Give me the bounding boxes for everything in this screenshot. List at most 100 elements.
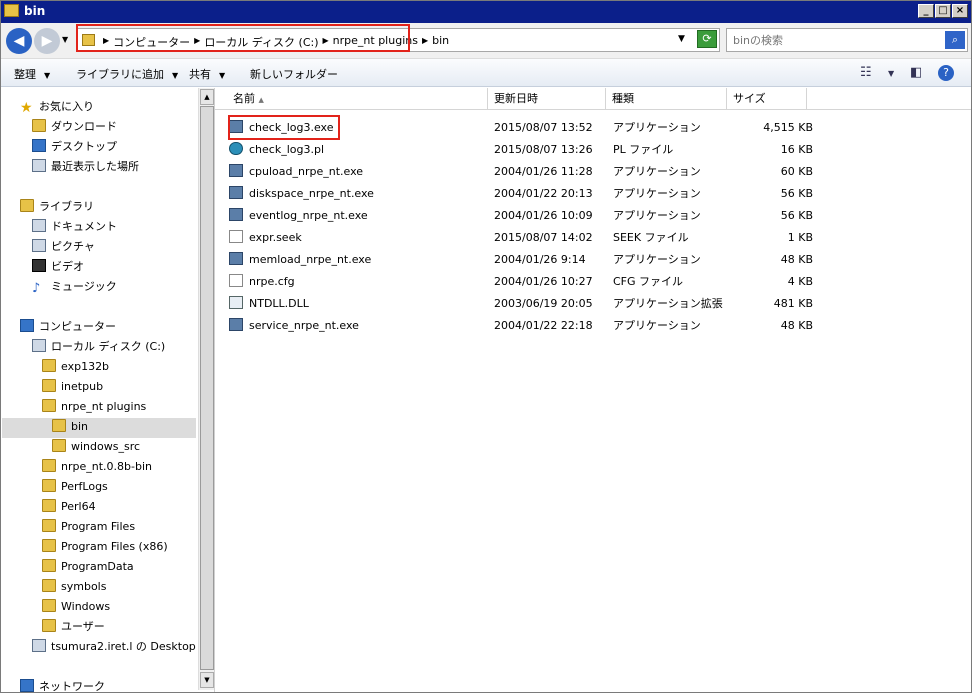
scroll-thumb[interactable]: [200, 106, 214, 670]
nav-music[interactable]: ♪ ミュージック: [32, 277, 117, 297]
selected-nav-highlight: [2, 418, 196, 438]
nav-folder[interactable]: nrpe_nt plugins: [42, 397, 146, 417]
folder-icon: [52, 419, 66, 432]
folder-icon: [42, 619, 56, 632]
nav-recent[interactable]: 最近表示した場所: [32, 157, 139, 177]
help-icon[interactable]: ?: [938, 65, 954, 81]
app-icon: [229, 208, 243, 221]
column-type[interactable]: 種類: [606, 88, 727, 110]
nav-computer[interactable]: コンピューター: [20, 317, 116, 337]
network-drive-icon: [32, 639, 46, 652]
breadcrumb-computer[interactable]: コンピューター: [113, 34, 190, 50]
nav-folder[interactable]: PerfLogs: [42, 477, 108, 497]
nav-folder[interactable]: ユーザー: [42, 617, 105, 637]
view-options-icon[interactable]: ☷: [860, 65, 872, 80]
address-bar-area: ◀ ▶ ▼ ▶ コンピューター ▶ ローカル ディスク (C:) ▶ nrpe_…: [0, 23, 972, 59]
desktop-icon: [32, 139, 46, 152]
address-dropdown-icon[interactable]: ▼: [678, 34, 685, 44]
add-to-library-button[interactable]: ライブラリに追加 ▼: [76, 66, 178, 82]
column-size[interactable]: サイズ: [727, 88, 807, 110]
folder-icon: [42, 539, 56, 552]
nav-pictures[interactable]: ピクチャ: [32, 237, 95, 257]
app-icon: [229, 120, 243, 133]
refresh-button[interactable]: ⟳: [697, 30, 717, 48]
nav-folder[interactable]: Perl64: [42, 497, 96, 517]
column-date[interactable]: 更新日時: [488, 88, 606, 110]
organize-button[interactable]: 整理 ▼: [14, 66, 50, 82]
search-box[interactable]: ⌕: [726, 28, 968, 52]
file-icon: [229, 274, 243, 287]
chevron-down-icon: ▼: [172, 71, 179, 80]
folder-icon: [4, 4, 19, 17]
app-icon: [229, 186, 243, 199]
back-button[interactable]: ◀: [6, 28, 32, 54]
close-button[interactable]: ×: [952, 4, 968, 18]
preview-pane-icon[interactable]: ◧: [910, 65, 922, 80]
dll-icon: [229, 296, 243, 309]
search-icon[interactable]: ⌕: [945, 31, 965, 49]
star-icon: ★: [20, 100, 33, 116]
breadcrumb: ▶ コンピューター ▶ ローカル ディスク (C:) ▶ nrpe_nt plu…: [103, 34, 450, 50]
folder-icon: [82, 34, 95, 46]
column-headers: 名前 ▲ 更新日時 種類 サイズ: [215, 88, 972, 110]
nav-folder[interactable]: Windows: [42, 597, 110, 617]
nav-folder[interactable]: ProgramData: [42, 557, 134, 577]
nav-network[interactable]: ネットワーク: [20, 677, 105, 693]
scroll-up-icon[interactable]: ▲: [200, 89, 214, 105]
folder-icon: [42, 599, 56, 612]
app-icon: [229, 318, 243, 331]
minimize-button[interactable]: _: [918, 4, 934, 18]
nav-local-disk[interactable]: ローカル ディスク (C:): [32, 337, 165, 357]
nav-favorites[interactable]: ★ お気に入り: [20, 97, 94, 117]
nav-folder[interactable]: exp132b: [42, 357, 109, 377]
video-icon: [32, 259, 46, 272]
music-icon: ♪: [32, 281, 41, 296]
breadcrumb-nrpe-plugins[interactable]: nrpe_nt plugins: [333, 34, 418, 50]
folder-icon: [42, 359, 56, 372]
folder-icon: [42, 399, 56, 412]
nav-scrollbar[interactable]: ▲ ▼: [198, 88, 214, 690]
nav-folder[interactable]: inetpub: [42, 377, 103, 397]
nav-folder-selected[interactable]: bin: [52, 417, 88, 437]
nav-folder[interactable]: windows_src: [52, 437, 140, 457]
file-list-pane: 名前 ▲ 更新日時 種類 サイズ check_log3.exe 2015/08/…: [214, 88, 972, 693]
breadcrumb-bin[interactable]: bin: [432, 34, 449, 50]
perl-icon: [229, 142, 243, 155]
history-dropdown-icon[interactable]: ▼: [62, 35, 68, 44]
nav-folder[interactable]: symbols: [42, 577, 106, 597]
breadcrumb-local-disk[interactable]: ローカル ディスク (C:): [204, 34, 318, 50]
network-icon: [20, 679, 34, 692]
folder-icon: [42, 519, 56, 532]
nav-documents[interactable]: ドキュメント: [32, 217, 117, 237]
sort-ascending-icon: ▲: [258, 96, 264, 104]
file-icon: [229, 230, 243, 243]
nav-videos[interactable]: ビデオ: [32, 257, 84, 277]
forward-button[interactable]: ▶: [34, 28, 60, 54]
maximize-button[interactable]: □: [935, 4, 951, 18]
share-button[interactable]: 共有 ▼: [189, 66, 225, 82]
arrow-right-icon: ▶: [41, 33, 53, 49]
nav-desktop[interactable]: デスクトップ: [32, 137, 117, 157]
arrow-left-icon: ◀: [13, 33, 25, 49]
new-folder-button[interactable]: 新しいフォルダー: [250, 66, 338, 82]
downloads-folder-icon: [32, 119, 46, 132]
recent-places-icon: [32, 159, 46, 172]
folder-icon: [42, 379, 56, 392]
scroll-down-icon[interactable]: ▼: [200, 672, 214, 688]
nav-folder[interactable]: Program Files: [42, 517, 135, 537]
window-title: bin: [24, 4, 46, 18]
search-input[interactable]: [733, 30, 943, 50]
refresh-icon: ⟳: [702, 32, 712, 45]
column-name[interactable]: 名前 ▲: [227, 88, 488, 110]
folder-icon: [52, 439, 66, 452]
disk-icon: [32, 339, 46, 352]
computer-icon: [20, 319, 34, 332]
nav-network-drive[interactable]: tsumura2.iret.l の Desktop: [32, 637, 196, 657]
nav-libraries[interactable]: ライブラリ: [20, 197, 94, 217]
address-box[interactable]: ▶ コンピューター ▶ ローカル ディスク (C:) ▶ nrpe_nt plu…: [76, 28, 720, 52]
folder-icon: [42, 579, 56, 592]
nav-downloads[interactable]: ダウンロード: [32, 117, 117, 137]
nav-folder[interactable]: Program Files (x86): [42, 537, 168, 557]
view-dropdown-icon[interactable]: ▼: [888, 69, 894, 78]
nav-folder[interactable]: nrpe_nt.0.8b-bin: [42, 457, 152, 477]
